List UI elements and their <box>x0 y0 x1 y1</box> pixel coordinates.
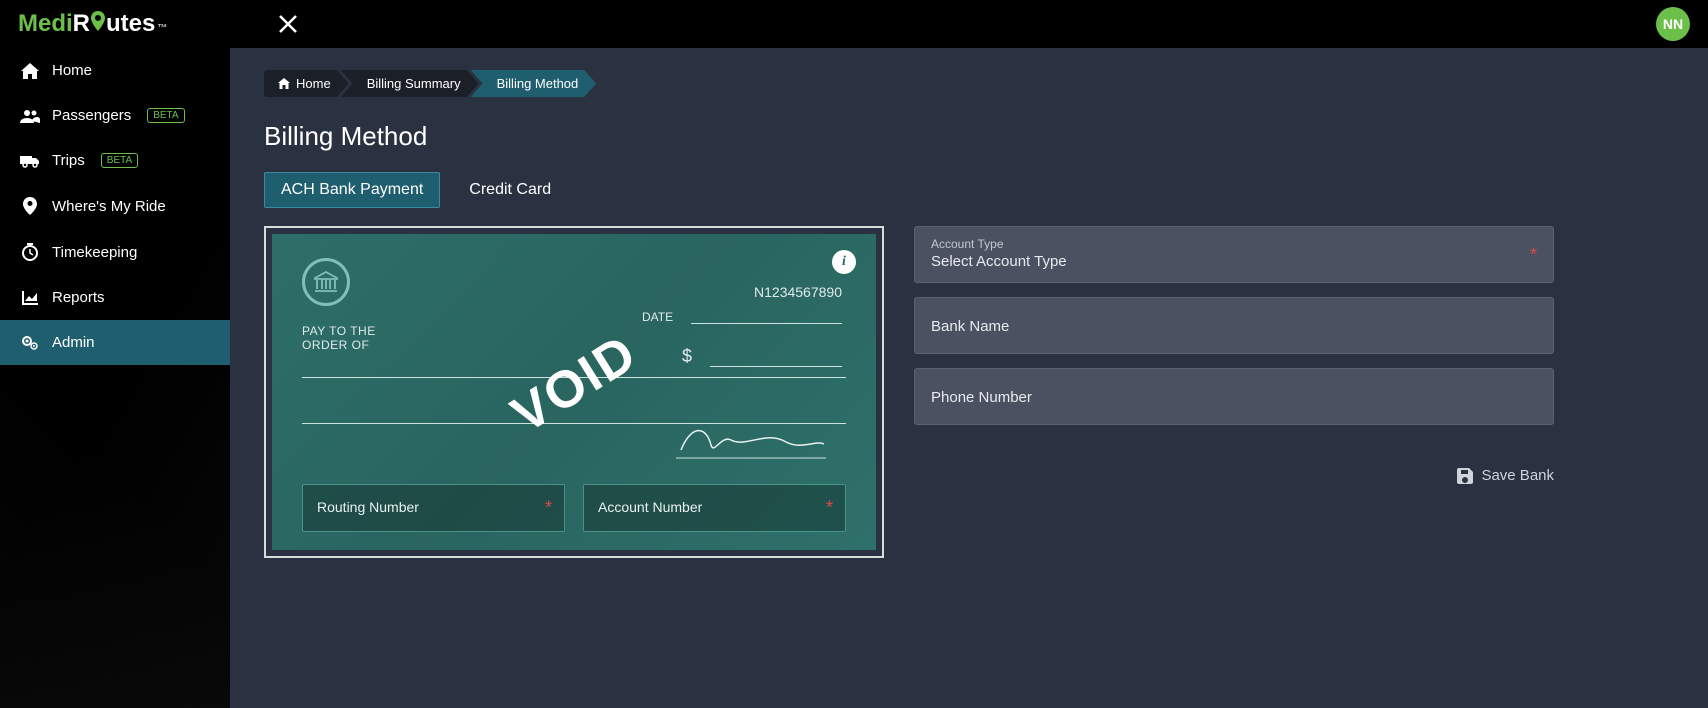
required-marker: * <box>1530 244 1537 265</box>
sidebar: Home Passengers BETA Trips BETA Where's … <box>0 48 230 708</box>
sidebar-item-label: Passengers <box>52 107 131 124</box>
stopwatch-icon <box>20 243 40 261</box>
save-bank-button[interactable]: Save Bank <box>1457 467 1554 484</box>
chart-icon <box>20 291 40 305</box>
info-icon[interactable]: i <box>832 250 856 274</box>
save-label: Save Bank <box>1481 467 1554 484</box>
main-content: Home Billing Summary Billing Method Bill… <box>230 48 1708 708</box>
breadcrumb-label: Billing Summary <box>367 76 461 91</box>
breadcrumb-label: Home <box>296 76 331 91</box>
pin-icon <box>20 197 40 215</box>
sidebar-item-home[interactable]: Home <box>0 48 230 93</box>
account-type-value: Select Account Type <box>931 253 1537 270</box>
sidebar-item-label: Where's My Ride <box>52 198 166 215</box>
date-label: DATE <box>642 310 673 324</box>
sidebar-item-label: Reports <box>52 289 105 306</box>
amount-line <box>710 347 842 367</box>
account-type-label: Account Type <box>931 237 1537 251</box>
bank-name-field[interactable]: Bank Name <box>914 297 1554 354</box>
home-icon <box>278 78 290 89</box>
required-marker: * <box>826 498 833 519</box>
date-line <box>691 304 842 324</box>
phone-number-field[interactable]: Phone Number <box>914 368 1554 425</box>
sidebar-item-label: Admin <box>52 334 95 351</box>
account-label: Account Number <box>598 499 702 515</box>
bank-name-label: Bank Name <box>931 318 1537 335</box>
routing-label: Routing Number <box>317 499 419 515</box>
beta-badge: BETA <box>147 108 184 123</box>
phone-label: Phone Number <box>931 389 1537 406</box>
sidebar-item-label: Home <box>52 62 92 79</box>
breadcrumb: Home Billing Summary Billing Method <box>264 70 1674 97</box>
bank-icon <box>302 258 350 306</box>
sidebar-item-timekeeping[interactable]: Timekeeping <box>0 229 230 275</box>
sidebar-item-label: Trips <box>52 152 85 169</box>
required-marker: * <box>545 498 552 519</box>
sidebar-item-label: Timekeeping <box>52 244 137 261</box>
beta-badge: BETA <box>101 153 138 168</box>
users-icon <box>20 109 40 123</box>
page-title: Billing Method <box>264 121 1674 152</box>
brand-part2: R <box>73 10 90 38</box>
breadcrumb-billing-method[interactable]: Billing Method <box>471 70 597 97</box>
avatar[interactable]: NN <box>1656 7 1690 41</box>
avatar-initials: NN <box>1663 16 1683 32</box>
route-o-icon <box>90 11 106 31</box>
tabs: ACH Bank Payment Credit Card <box>264 172 1674 208</box>
sidebar-item-reports[interactable]: Reports <box>0 275 230 320</box>
routing-number-field[interactable]: Routing Number * <box>302 484 565 532</box>
signature <box>676 420 826 460</box>
breadcrumb-billing-summary[interactable]: Billing Summary <box>341 70 479 97</box>
form-column: Account Type Select Account Type * Bank … <box>914 226 1554 484</box>
sidebar-item-passengers[interactable]: Passengers BETA <box>0 93 230 138</box>
sidebar-item-trips[interactable]: Trips BETA <box>0 138 230 183</box>
account-type-select[interactable]: Account Type Select Account Type * <box>914 226 1554 283</box>
brand-part1: Medi <box>18 10 73 38</box>
truck-icon <box>20 154 40 168</box>
tab-ach[interactable]: ACH Bank Payment <box>264 172 440 208</box>
close-icon[interactable] <box>277 13 299 35</box>
tab-credit-card[interactable]: Credit Card <box>452 172 568 208</box>
brand-tm: ™ <box>157 23 167 34</box>
breadcrumb-home[interactable]: Home <box>264 70 349 97</box>
sidebar-item-admin[interactable]: Admin <box>0 320 230 365</box>
check-preview: i N1234567890 PAY TO THE ORDER OF DATE <box>264 226 884 558</box>
gears-icon <box>20 335 40 351</box>
sidebar-item-wheres-my-ride[interactable]: Where's My Ride <box>0 183 230 229</box>
home-icon <box>20 63 40 79</box>
dollar-sign: $ <box>682 346 692 367</box>
breadcrumb-label: Billing Method <box>497 76 579 91</box>
save-icon <box>1457 468 1473 484</box>
check-serial: N1234567890 <box>754 284 842 300</box>
brand-logo: MediR utes™ <box>18 10 167 38</box>
payto-label-1: PAY TO THE <box>302 324 376 338</box>
payto-label-2: ORDER OF <box>302 338 376 352</box>
brand-part3: utes <box>106 10 155 38</box>
account-number-field[interactable]: Account Number * <box>583 484 846 532</box>
topbar: MediR utes™ NN <box>0 0 1708 48</box>
